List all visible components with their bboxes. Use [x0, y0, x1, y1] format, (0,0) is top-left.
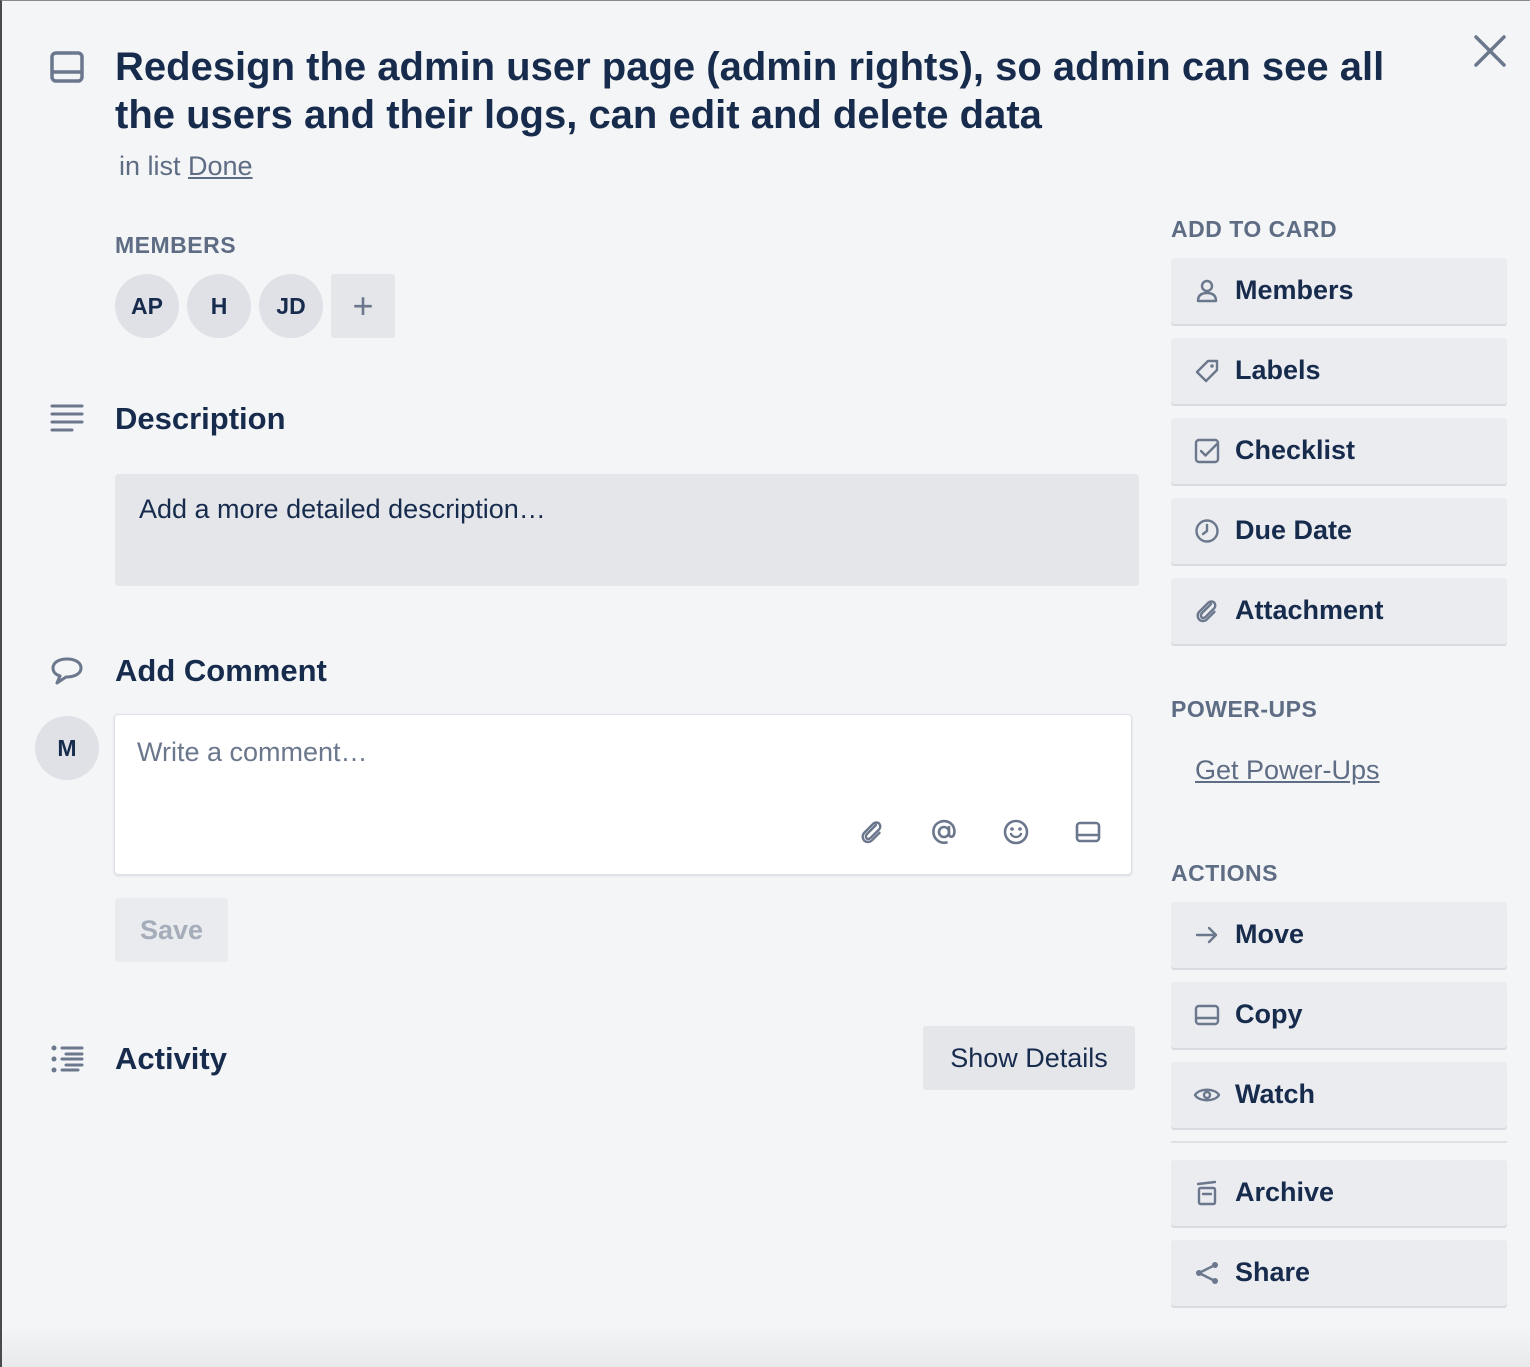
card-detail-window: Redesign the admin user page (admin righ…	[0, 0, 1530, 1367]
description-editor[interactable]: Add a more detailed description…	[115, 474, 1139, 586]
card-icon[interactable]	[1071, 815, 1105, 849]
labels-button[interactable]: Labels	[1171, 338, 1507, 404]
current-user-avatar[interactable]: M	[35, 716, 99, 780]
member-avatar[interactable]: JD	[259, 274, 323, 338]
person-icon	[1193, 277, 1221, 305]
attachment-button[interactable]: Attachment	[1171, 578, 1507, 644]
mention-icon[interactable]	[927, 815, 961, 849]
actions-heading: ACTIONS	[1171, 860, 1278, 886]
archive-button-label: Archive	[1235, 1177, 1335, 1207]
copy-button[interactable]: Copy	[1171, 982, 1507, 1048]
description-title: Description	[115, 401, 286, 436]
copy-button-label: Copy	[1235, 999, 1303, 1029]
checkbox-icon	[1193, 437, 1221, 465]
comment-composer	[114, 714, 1132, 875]
save-button[interactable]: Save	[115, 898, 228, 962]
checklist-button-label: Checklist	[1235, 435, 1356, 465]
share-button[interactable]: Share	[1171, 1240, 1507, 1306]
due-date-button-label: Due Date	[1235, 515, 1353, 545]
members-button[interactable]: Members	[1171, 258, 1507, 324]
show-details-button[interactable]: Show Details	[923, 1026, 1135, 1090]
comment-icon	[50, 656, 84, 686]
due-date-button[interactable]: Due Date	[1171, 498, 1507, 564]
checklist-button[interactable]: Checklist	[1171, 418, 1507, 484]
watch-button[interactable]: Watch	[1171, 1062, 1507, 1128]
archive-icon	[1193, 1179, 1221, 1207]
get-power-ups-link[interactable]: Get Power-Ups	[1195, 755, 1380, 786]
in-list-prefix: in list	[119, 151, 181, 181]
comment-input[interactable]	[137, 737, 1097, 797]
activity-icon	[50, 1044, 84, 1074]
member-avatar[interactable]: AP	[115, 274, 179, 338]
members-button-label: Members	[1235, 275, 1354, 305]
tag-icon	[1193, 357, 1221, 385]
move-button-label: Move	[1235, 919, 1305, 949]
emoji-icon[interactable]	[999, 815, 1033, 849]
attachment-icon[interactable]	[855, 815, 889, 849]
clock-icon	[1193, 517, 1221, 545]
add-member-button[interactable]: +	[331, 274, 395, 338]
archive-button[interactable]: Archive	[1171, 1160, 1507, 1226]
description-icon	[50, 403, 84, 433]
share-button-label: Share	[1235, 1257, 1311, 1287]
arrow-right-icon	[1193, 921, 1221, 949]
card-title[interactable]: Redesign the admin user page (admin righ…	[115, 43, 1435, 139]
labels-button-label: Labels	[1235, 355, 1321, 385]
attachment-button-label: Attachment	[1235, 595, 1384, 625]
members-heading: MEMBERS	[115, 232, 237, 258]
paperclip-icon	[1193, 597, 1221, 625]
add-to-card-heading: ADD TO CARD	[1171, 216, 1338, 242]
in-list-text: in list Done	[119, 151, 253, 182]
actions-divider	[1171, 1141, 1507, 1143]
add-comment-title: Add Comment	[115, 653, 327, 688]
watch-button-label: Watch	[1235, 1079, 1315, 1109]
list-name-link[interactable]: Done	[188, 151, 253, 181]
eye-icon	[1193, 1081, 1221, 1109]
member-avatar[interactable]: H	[187, 274, 251, 338]
card-icon	[1193, 1001, 1221, 1029]
activity-title: Activity	[115, 1041, 227, 1076]
close-icon[interactable]	[1468, 29, 1512, 73]
card-icon	[50, 51, 84, 83]
share-icon	[1193, 1259, 1221, 1287]
move-button[interactable]: Move	[1171, 902, 1507, 968]
power-ups-heading: POWER-UPS	[1171, 696, 1318, 722]
